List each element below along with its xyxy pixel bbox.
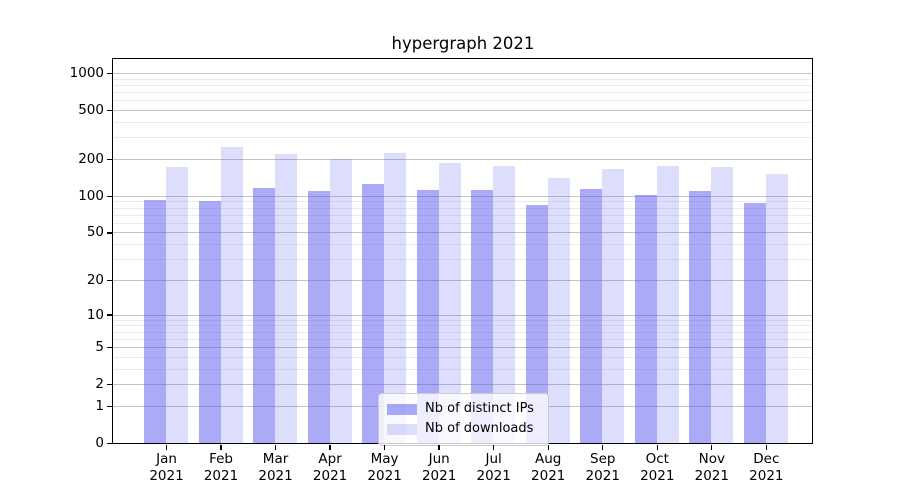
bar-distinct-ips <box>634 194 657 443</box>
legend-label: Nb of downloads <box>425 421 534 436</box>
x-axis-tick-mark <box>438 445 440 450</box>
x-axis-tick-mark <box>492 445 495 450</box>
legend-item: Nb of distinct IPs <box>387 399 539 419</box>
bar-downloads <box>765 173 788 443</box>
bar-distinct-ips <box>689 190 712 443</box>
x-axis-tick-mark <box>220 445 222 450</box>
y-axis-tick-label: 0 <box>95 435 104 451</box>
bar-downloads <box>711 166 734 443</box>
gridline-minor <box>113 100 812 102</box>
x-axis-tick-label: Dec 2021 <box>749 451 784 484</box>
bar-distinct-ips <box>144 199 166 443</box>
legend-label: Nb of distinct IPs <box>425 401 534 416</box>
legend-swatch-distinct-ips <box>387 403 417 415</box>
bar-distinct-ips <box>307 191 330 443</box>
gridline-major <box>113 110 812 112</box>
gridline-major <box>113 159 812 161</box>
y-axis-tick-label: 10 <box>86 306 104 323</box>
x-axis-tick-mark <box>329 445 331 450</box>
bar-downloads <box>547 177 570 443</box>
bar-distinct-ips <box>253 187 276 443</box>
y-axis-tick-mark <box>107 158 112 161</box>
gridline-minor <box>113 84 812 86</box>
bar-distinct-ips <box>198 201 221 443</box>
bar-downloads <box>602 168 625 443</box>
bar-distinct-ips <box>743 202 766 443</box>
y-axis-tick-mark <box>107 405 112 408</box>
bar-downloads <box>220 147 243 443</box>
x-axis-tick-mark <box>165 445 168 450</box>
gridline-minor <box>113 78 812 80</box>
y-axis-tick-mark <box>107 279 112 282</box>
y-axis-tick-mark <box>107 72 112 75</box>
y-axis-tick-mark <box>107 383 112 386</box>
y-axis-tick-label: 200 <box>78 151 104 168</box>
y-axis-tick-mark <box>107 346 112 349</box>
y-axis-tick-label: 1000 <box>69 65 104 82</box>
x-axis-tick-mark <box>711 445 713 450</box>
y-axis-tick-label: 1 <box>95 397 104 414</box>
chart-title: hypergraph 2021 <box>391 34 535 53</box>
y-axis-tick-mark <box>107 195 112 198</box>
legend-swatch-downloads <box>387 423 417 435</box>
y-axis-tick-label: 2 <box>95 376 104 393</box>
bar-downloads <box>329 159 352 443</box>
x-axis-tick-mark <box>547 445 549 450</box>
y-axis-tick-label: 20 <box>86 271 104 288</box>
plot-area: Nb of distinct IPs Nb of downloads <box>112 58 813 446</box>
x-axis-tick-mark <box>765 445 768 450</box>
bar-downloads <box>275 154 298 443</box>
x-axis-tick-mark <box>656 445 658 450</box>
figure: hypergraph 2021 Nb of distinct IPs Nb of… <box>0 0 900 500</box>
bar-distinct-ips <box>580 188 603 443</box>
y-axis-tick-mark <box>107 109 112 112</box>
x-axis-tick-mark <box>274 445 277 450</box>
gridline-minor <box>113 92 812 94</box>
gridline-minor <box>113 137 812 139</box>
legend-item: Nb of downloads <box>387 419 539 439</box>
bar-downloads <box>656 166 679 443</box>
gridline-major <box>113 73 812 75</box>
y-axis-tick-label: 500 <box>78 102 104 119</box>
y-axis-tick-label: 50 <box>86 224 104 241</box>
x-axis-tick-mark <box>602 445 604 450</box>
gridline-minor <box>113 122 812 124</box>
y-axis-tick-mark <box>107 442 112 445</box>
y-axis-tick-mark <box>107 314 112 316</box>
legend: Nb of distinct IPs Nb of downloads <box>378 393 549 446</box>
y-axis-tick-label: 100 <box>78 187 104 204</box>
y-axis-tick-mark <box>107 232 112 234</box>
y-axis-tick-label: 5 <box>95 339 104 356</box>
bar-downloads <box>166 167 188 443</box>
x-axis-tick-mark <box>383 445 386 450</box>
